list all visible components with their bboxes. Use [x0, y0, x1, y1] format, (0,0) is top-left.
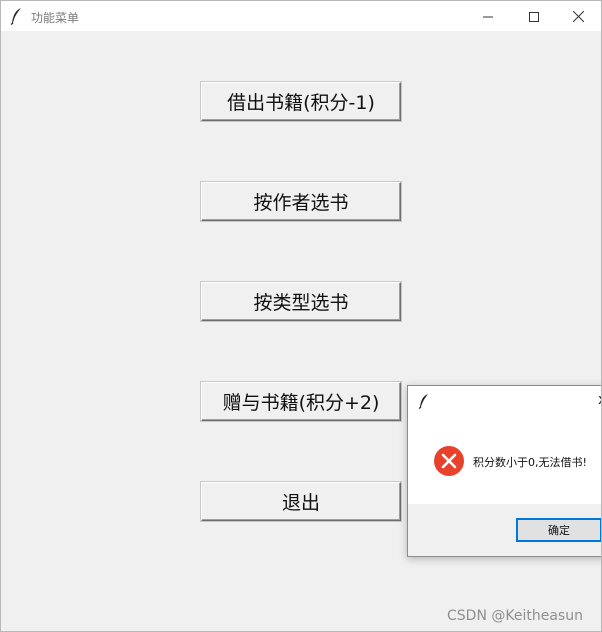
- feather-icon: [418, 393, 430, 409]
- dialog-body: 积分数小于0,无法借书!: [408, 416, 601, 504]
- window-title: 功能菜单: [31, 11, 80, 25]
- dialog-close-button[interactable]: x: [598, 390, 601, 410]
- donate-book-button[interactable]: 赠与书籍(积分+2): [201, 382, 401, 421]
- maximize-button[interactable]: [511, 1, 557, 31]
- function-menu-window: 功能菜单 借出书籍(积分-1) 按作者选书 按类型选书 赠与书籍(积分+2) 退…: [0, 0, 602, 632]
- borrow-book-button[interactable]: 借出书籍(积分-1): [201, 82, 401, 121]
- exit-button[interactable]: 退出: [201, 482, 401, 521]
- ok-button[interactable]: 确定: [516, 518, 601, 542]
- select-by-type-button[interactable]: 按类型选书: [201, 282, 401, 321]
- title-bar[interactable]: 功能菜单: [1, 1, 601, 31]
- watermark: CSDN @Keitheasun: [447, 608, 583, 624]
- error-dialog: x 积分数小于0,无法借书! 确定: [407, 385, 601, 557]
- dialog-message: 积分数小于0,无法借书!: [473, 456, 587, 469]
- feather-icon: [10, 7, 24, 25]
- close-icon: [572, 7, 584, 26]
- minimize-icon: [483, 7, 493, 26]
- dialog-footer: 确定: [408, 504, 601, 556]
- maximize-icon: [529, 7, 539, 26]
- dialog-title-bar[interactable]: x: [408, 386, 601, 416]
- error-icon: [433, 445, 465, 477]
- select-by-author-button[interactable]: 按作者选书: [201, 182, 401, 221]
- close-button[interactable]: [555, 1, 601, 31]
- minimize-button[interactable]: [465, 1, 511, 31]
